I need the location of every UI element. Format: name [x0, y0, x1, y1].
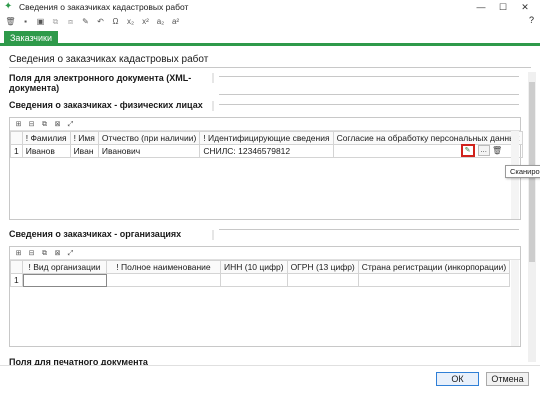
- save-as-icon[interactable]: ▣: [34, 16, 47, 27]
- persons-table: ! Фамилия ! Имя Отчество (при наличии) !…: [10, 131, 524, 158]
- title-bar: ✦ Сведения о заказчиках кадастровых рабо…: [0, 0, 540, 14]
- expand-icon[interactable]: ⤢: [65, 120, 76, 129]
- delete-file-icon[interactable]: 🗑: [492, 145, 503, 156]
- delete-row-icon[interactable]: ⊠: [52, 249, 63, 258]
- insert-row-icon[interactable]: ⊟: [26, 120, 37, 129]
- cell-country[interactable]: [357, 273, 511, 287]
- expand-icon[interactable]: ⤢: [65, 249, 76, 258]
- column-header[interactable]: ! Имя: [69, 131, 99, 145]
- column-header[interactable]: ! Идентифицирующие сведения: [199, 131, 334, 145]
- divider: [9, 67, 531, 68]
- column-header: [10, 260, 23, 274]
- trash-icon[interactable]: 🗑: [4, 16, 17, 27]
- persons-grid-toolbar: ⊞ ⊟ ⧉ ⊠ ⤢: [10, 118, 520, 131]
- field-marker: [212, 101, 214, 111]
- orgs-table: ! Вид организации ! Полное наименование …: [10, 260, 511, 287]
- copy-icon[interactable]: ⧉: [49, 16, 62, 27]
- add-row-icon[interactable]: ⊞: [13, 249, 24, 258]
- page-title: Сведения о заказчиках кадастровых работ: [9, 54, 209, 65]
- undo-icon[interactable]: ↶: [94, 16, 107, 27]
- close-button[interactable]: ✕: [514, 0, 536, 14]
- delete-row-icon[interactable]: ⊠: [52, 120, 63, 129]
- table-row[interactable]: 1 Иванов Иван Иванович СНИЛС: 1234657981…: [10, 144, 524, 158]
- symbol-icon[interactable]: Ω: [109, 16, 122, 27]
- cancel-button[interactable]: Отмена: [486, 372, 529, 386]
- minimize-button[interactable]: —: [470, 0, 492, 14]
- cell-inn[interactable]: [220, 273, 288, 287]
- grid-scrollbar[interactable]: [511, 260, 519, 346]
- superscript2-icon[interactable]: a²: [169, 16, 182, 27]
- column-header: [10, 131, 23, 145]
- orgs-grid: ⊞ ⊟ ⧉ ⊠ ⤢ ! Вид организации ! Полное наи…: [9, 246, 521, 347]
- field-marker: [212, 73, 214, 83]
- cell-id-info[interactable]: СНИЛС: 12346579812: [199, 144, 334, 158]
- field-marker: [212, 230, 214, 240]
- maximize-button[interactable]: ☐: [492, 0, 514, 14]
- cell-full-name[interactable]: [106, 273, 221, 287]
- copy-row-icon[interactable]: ⧉: [39, 120, 50, 129]
- cell-ogrn[interactable]: [286, 273, 359, 287]
- cell-org-type[interactable]: [22, 273, 107, 287]
- column-header[interactable]: Страна регистрации (инкорпорации): [357, 260, 511, 274]
- save-icon[interactable]: ▪: [19, 16, 32, 27]
- field-line: [219, 229, 519, 230]
- ok-button[interactable]: ОК: [436, 372, 479, 386]
- browse-button[interactable]: …: [477, 145, 490, 156]
- field-line: [219, 104, 519, 105]
- table-row[interactable]: 1: [10, 273, 511, 287]
- column-header[interactable]: Отчество (при наличии): [97, 131, 201, 145]
- row-number: 1: [10, 273, 23, 287]
- field-line: [219, 94, 519, 95]
- table-header: ! Вид организации ! Полное наименование …: [10, 260, 511, 274]
- column-header[interactable]: ИНН (10 цифр): [220, 260, 288, 274]
- orgs-grid-toolbar: ⊞ ⊟ ⧉ ⊠ ⤢: [10, 247, 520, 260]
- subscript2-icon[interactable]: a₂: [154, 16, 167, 27]
- row-number: 1: [10, 144, 23, 158]
- cell-name[interactable]: Иван: [69, 144, 99, 158]
- persons-grid: ⊞ ⊟ ⧉ ⊠ ⤢ ! Фамилия ! Имя Отчество (при …: [9, 117, 524, 220]
- section-print: Поля для печатного документа: [9, 357, 148, 365]
- edit-icon[interactable]: ✎: [79, 16, 92, 27]
- section-persons: Сведения о заказчиках - физических лицах: [9, 100, 203, 110]
- subscript-icon[interactable]: x₂: [124, 16, 137, 27]
- cell-surname[interactable]: Иванов: [21, 144, 71, 158]
- scan-button[interactable]: ✎: [460, 144, 475, 157]
- column-header[interactable]: ! Вид организации: [22, 260, 107, 274]
- main-scrollbar[interactable]: [528, 72, 536, 362]
- help-button[interactable]: ?: [529, 15, 534, 25]
- tab-customers[interactable]: Заказчики: [4, 31, 58, 46]
- insert-row-icon[interactable]: ⊟: [26, 249, 37, 258]
- cell-patronymic[interactable]: Иванович: [97, 144, 201, 158]
- window-controls: — ☐ ✕: [470, 0, 536, 14]
- column-header[interactable]: Согласие на обработку персональных данны…: [332, 131, 524, 145]
- copy-row-icon[interactable]: ⧉: [39, 249, 50, 258]
- dialog-footer: ОК Отмена: [0, 365, 540, 401]
- cell-consent[interactable]: ✎ … 🗑: [332, 144, 524, 158]
- section-xml-fields: Поля для электронного документа (XML-док…: [9, 73, 192, 93]
- tab-strip: Заказчики: [0, 31, 540, 46]
- superscript-icon[interactable]: x²: [139, 16, 152, 27]
- paste-icon[interactable]: ⧈: [64, 16, 77, 27]
- add-row-icon[interactable]: ⊞: [13, 120, 24, 129]
- window-title: Сведения о заказчиках кадастровых работ: [19, 2, 189, 12]
- table-header: ! Фамилия ! Имя Отчество (при наличии) !…: [10, 131, 524, 145]
- column-header[interactable]: ! Фамилия: [21, 131, 71, 145]
- toolbar: 🗑 ▪ ▣ ⧉ ⧈ ✎ ↶ Ω x₂ x² a₂ a² ?: [0, 14, 540, 29]
- field-line: [219, 76, 519, 77]
- app-logo-icon: ✦: [4, 1, 13, 12]
- column-header[interactable]: ! Полное наименование: [106, 260, 221, 274]
- column-header[interactable]: ОГРН (13 цифр): [286, 260, 359, 274]
- tooltip: Сканировать: [505, 165, 540, 178]
- section-orgs: Сведения о заказчиках - организациях: [9, 229, 182, 239]
